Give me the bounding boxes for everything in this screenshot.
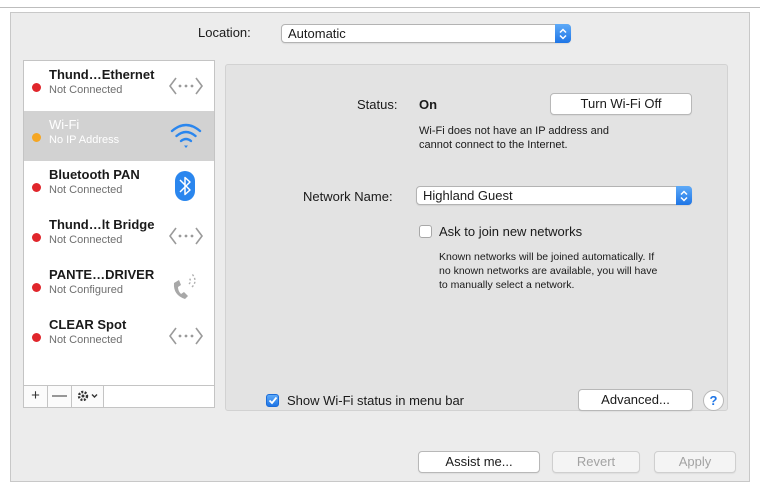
- status-dot-red: [32, 83, 41, 92]
- service-name: Wi-Fi: [49, 117, 80, 132]
- show-wifi-status-label: Show Wi-Fi status in menu bar: [287, 393, 465, 408]
- status-description-line1: Wi-Fi does not have an IP address and: [419, 125, 609, 137]
- service-name: CLEAR Spot: [49, 317, 127, 332]
- service-name: Thund…Ethernet: [49, 67, 155, 82]
- service-status: Not Connected: [49, 184, 123, 196]
- status-dot-red: [32, 233, 41, 242]
- wifi-icon: [170, 123, 202, 148]
- service-status: Not Connected: [49, 84, 123, 96]
- add-service-button[interactable]: +: [24, 386, 48, 407]
- service-item-clear-spot[interactable]: CLEAR Spot Not Connected: [24, 311, 214, 361]
- service-list-toolbar: + —: [23, 386, 215, 408]
- phone-icon: [173, 273, 196, 299]
- service-item-pantech-driver[interactable]: PANTE…DRIVER Not Configured: [24, 261, 214, 311]
- ask-to-join-description-line3: to manually select a network.: [439, 279, 575, 291]
- assist-me-button[interactable]: Assist me...: [418, 451, 540, 473]
- location-label: Location:: [198, 25, 251, 40]
- service-name: PANTE…DRIVER: [49, 267, 155, 282]
- location-value: Automatic: [288, 26, 346, 41]
- service-item-thunderbolt-bridge[interactable]: Thund…lt Bridge Not Connected: [24, 211, 214, 261]
- status-description-line2: cannot connect to the Internet.: [419, 139, 568, 151]
- service-name: Thund…lt Bridge: [49, 217, 155, 232]
- ask-to-join-checkbox[interactable]: [419, 225, 432, 238]
- service-item-bluetooth-pan[interactable]: Bluetooth PAN Not Connected: [24, 161, 214, 211]
- status-label: Status:: [357, 97, 398, 112]
- help-button[interactable]: ?: [703, 390, 724, 411]
- ethernet-arrows-icon: [169, 327, 203, 345]
- popup-stepper-icon: [555, 24, 571, 43]
- service-status: Not Configured: [49, 284, 123, 296]
- gear-icon: [77, 390, 97, 402]
- network-name-value: Highland Guest: [423, 188, 513, 203]
- remove-service-button[interactable]: —: [48, 386, 72, 407]
- apply-button[interactable]: Apply: [654, 451, 736, 473]
- service-list: Thund…Ethernet Not Connected Wi-Fi No IP…: [23, 60, 215, 386]
- ask-to-join-description-line1: Known networks will be joined automatica…: [439, 251, 655, 263]
- top-divider: [0, 7, 760, 8]
- ask-to-join-description-line2: no known networks are available, you wil…: [439, 265, 658, 277]
- service-item-wifi[interactable]: Wi-Fi No IP Address: [24, 111, 214, 161]
- service-status: Not Connected: [49, 334, 123, 346]
- service-item-thunderbolt-ethernet[interactable]: Thund…Ethernet Not Connected: [24, 61, 214, 111]
- ethernet-arrows-icon: [169, 227, 203, 245]
- ask-to-join-label: Ask to join new networks: [439, 224, 583, 239]
- network-name-label: Network Name:: [303, 189, 393, 204]
- action-menu-button[interactable]: [72, 386, 104, 407]
- status-dot-red: [32, 283, 41, 292]
- status-dot-red: [32, 333, 41, 342]
- service-status: No IP Address: [49, 134, 120, 146]
- status-dot-red: [32, 183, 41, 192]
- checkmark-icon: [268, 396, 277, 405]
- show-wifi-status-checkbox[interactable]: [266, 394, 279, 407]
- turn-wifi-off-button[interactable]: Turn Wi-Fi Off: [550, 93, 692, 115]
- service-status: Not Connected: [49, 234, 123, 246]
- bluetooth-icon: [175, 171, 195, 201]
- advanced-button[interactable]: Advanced...: [578, 389, 693, 411]
- network-name-popup[interactable]: Highland Guest: [416, 186, 692, 205]
- service-name: Bluetooth PAN: [49, 167, 140, 182]
- location-popup[interactable]: Automatic: [281, 24, 571, 43]
- status-value: On: [419, 97, 438, 112]
- popup-stepper-icon: [676, 186, 692, 205]
- ethernet-arrows-icon: [169, 77, 203, 95]
- revert-button[interactable]: Revert: [552, 451, 640, 473]
- status-dot-amber: [32, 133, 41, 142]
